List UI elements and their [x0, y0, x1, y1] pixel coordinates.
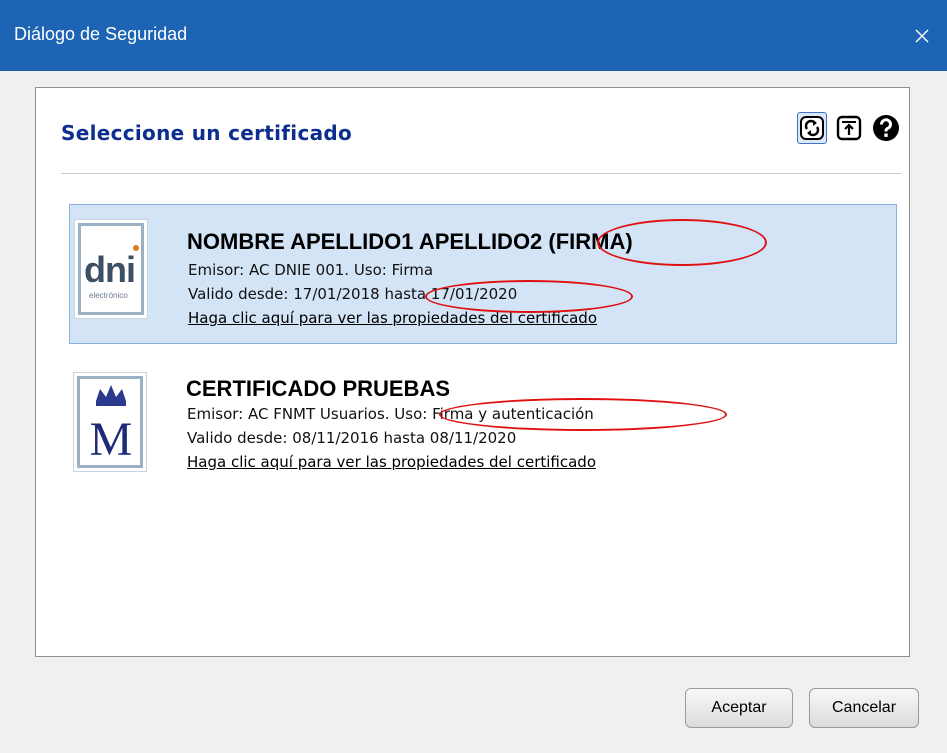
refresh-icon: [800, 116, 824, 140]
certificate-item-pruebas[interactable]: M CERTIFICADO PRUEBAS Emisor: AC FNMT Us…: [69, 364, 897, 504]
close-button[interactable]: [897, 0, 947, 71]
fnmt-logo: M: [73, 372, 147, 472]
refresh-button[interactable]: [797, 112, 827, 144]
annotation-oval-firma: [597, 219, 767, 266]
certificate-name: NOMBRE APELLIDO1 APELLIDO2 (FIRMA): [187, 229, 633, 254]
cancel-button[interactable]: Cancelar: [809, 688, 919, 728]
dni-logo-icon: dni electrónico: [84, 245, 139, 300]
svg-text:dni: dni: [84, 249, 135, 290]
certificate-validity: Valido desde: 08/11/2016 hasta 08/11/202…: [187, 429, 517, 447]
close-icon: [915, 29, 929, 42]
window-title: Diálogo de Seguridad: [14, 24, 188, 44]
certificate-panel: Seleccione un certificado dni electrónic…: [35, 87, 910, 657]
logo-letter: M: [90, 413, 133, 466]
certificate-properties-link[interactable]: Haga clic aquí para ver las propiedades …: [187, 453, 596, 471]
header-separator: [61, 173, 901, 174]
certificate-item-firma[interactable]: dni electrónico NOMBRE APELLIDO1 APELLID…: [69, 204, 897, 344]
help-button[interactable]: [871, 112, 901, 144]
dni-logo: dni electrónico: [74, 219, 148, 319]
toolbar: [797, 112, 901, 144]
annotation-oval-usage: [439, 398, 727, 431]
crown-m-icon: M: [90, 385, 133, 466]
certificate-name: CERTIFICADO PRUEBAS: [186, 376, 451, 401]
title-bar: Diálogo de Seguridad: [0, 0, 947, 71]
svg-text:electrónico: electrónico: [89, 291, 128, 300]
certificate-issuer: Emisor: AC DNIE 001. Uso: Firma: [188, 261, 434, 279]
import-icon: [836, 115, 862, 141]
import-button[interactable]: [834, 112, 864, 144]
panel-heading: Seleccione un certificado: [61, 121, 353, 145]
accept-button[interactable]: Aceptar: [685, 688, 793, 728]
help-icon: [873, 115, 899, 141]
annotation-oval-expiry: [425, 280, 633, 313]
security-dialog: Diálogo de Seguridad Seleccione un certi…: [0, 0, 947, 753]
